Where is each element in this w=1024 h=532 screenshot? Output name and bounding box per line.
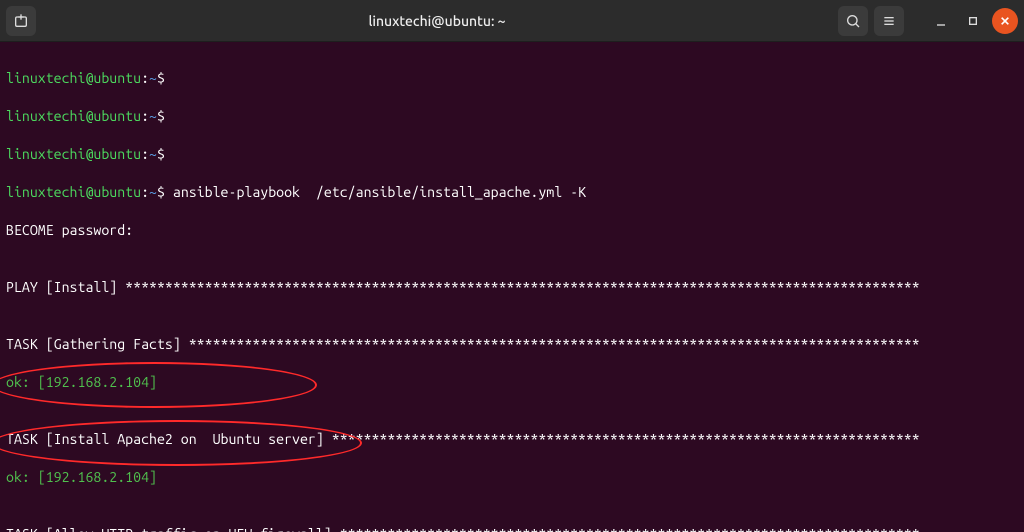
close-button[interactable] [992,8,1018,34]
maximize-button[interactable] [960,8,986,34]
terminal-output[interactable]: linuxtechi@ubuntu:~$ linuxtechi@ubuntu:~… [0,42,1024,532]
command-text: ansible-playbook /etc/ansible/install_ap… [165,184,586,200]
become-password-line: BECOME password: [6,221,1018,240]
new-tab-button[interactable] [6,6,36,36]
task-header: TASK [Allow HTTP traffic on UFW firewall… [6,525,1018,532]
hamburger-menu-button[interactable] [874,6,904,36]
window-titlebar: linuxtechi@ubuntu: ~ [0,0,1024,42]
window-title: linuxtechi@ubuntu: ~ [36,13,838,29]
prompt-line: linuxtechi@ubuntu:~$ [6,107,1018,126]
task-header: TASK [Gathering Facts] *****************… [6,335,1018,354]
task-header: TASK [Install Apache2 on Ubuntu server] … [6,430,1018,449]
ok-status: ok: [192.168.2.104] [6,468,1018,487]
prompt-line: linuxtechi@ubuntu:~$ [6,145,1018,164]
prompt-path: ~ [149,70,157,86]
prompt-line: linuxtechi@ubuntu:~$ [6,69,1018,88]
play-header: PLAY [Install] *************************… [6,278,1018,297]
prompt-user: linuxtechi@ubuntu [6,70,141,86]
search-button[interactable] [838,6,868,36]
command-line: linuxtechi@ubuntu:~$ ansible-playbook /e… [6,183,1018,202]
minimize-button[interactable] [928,8,954,34]
ok-status: ok: [192.168.2.104] [6,373,1018,392]
